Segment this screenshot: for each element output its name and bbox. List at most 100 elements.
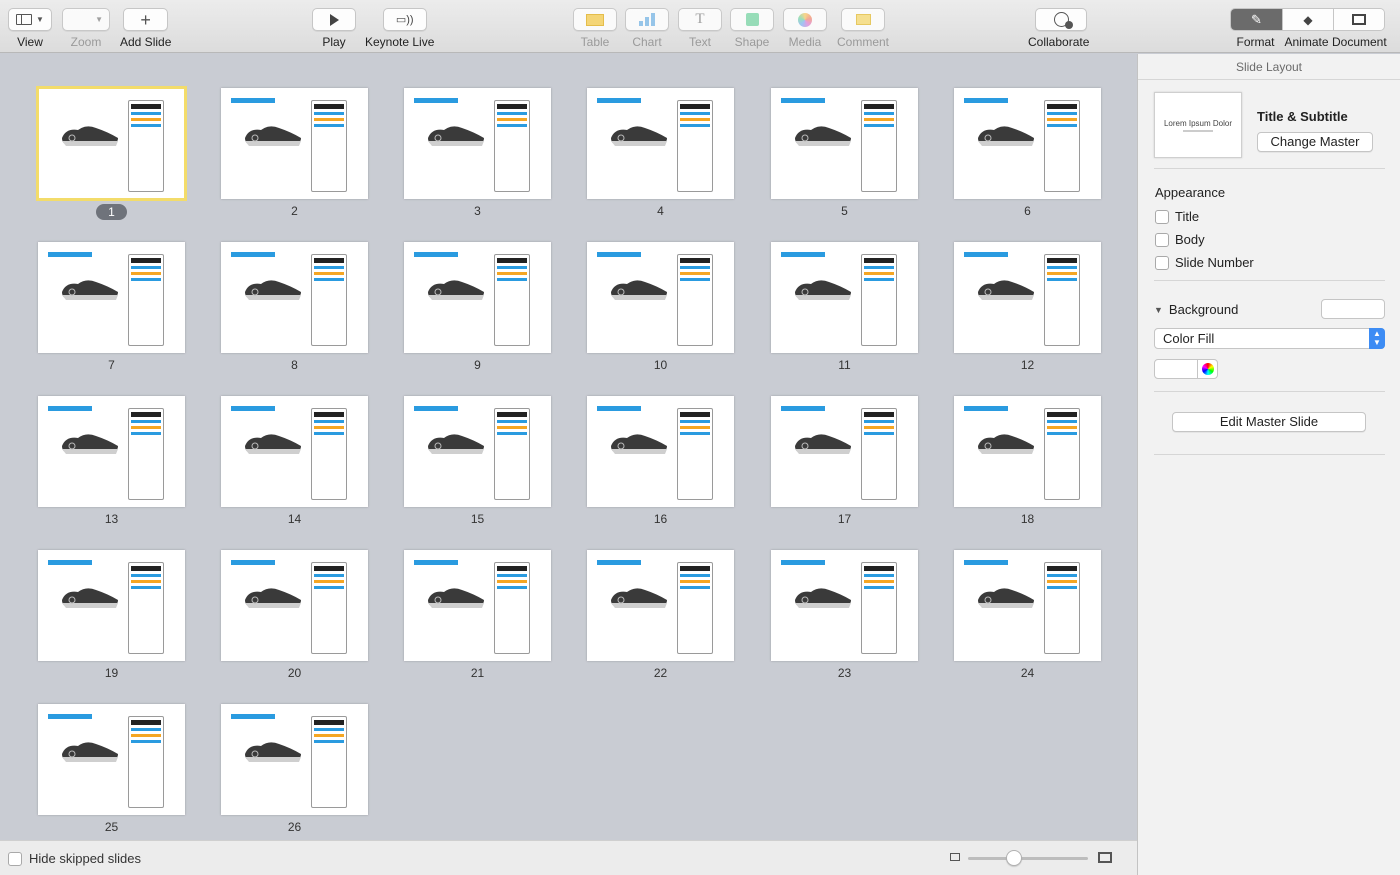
- slide-thumbnail[interactable]: [404, 550, 551, 661]
- zoom-control[interactable]: ▼ Zoom: [62, 8, 110, 49]
- slide-thumbnail[interactable]: [221, 550, 368, 661]
- small-thumbnail-icon[interactable]: [950, 853, 960, 861]
- slide-thumbnail[interactable]: [38, 242, 185, 353]
- phone-mockup: [311, 254, 347, 346]
- slide-thumbnail[interactable]: [771, 88, 918, 199]
- slide-thumbnail[interactable]: [36, 86, 187, 201]
- slide-thumbnail[interactable]: [587, 396, 734, 507]
- media-control[interactable]: Media: [783, 8, 827, 49]
- zoom-button[interactable]: ▼: [62, 8, 110, 31]
- slide-thumbnail[interactable]: [954, 88, 1101, 199]
- slide-number-checkbox-row[interactable]: Slide Number: [1155, 255, 1254, 270]
- slide-thumbnail[interactable]: [587, 550, 734, 661]
- phone-mockup: [677, 100, 713, 192]
- collaborate-control[interactable]: Collaborate: [1028, 8, 1089, 49]
- view-control[interactable]: ▼ View: [8, 8, 52, 49]
- slide-banner: [414, 252, 458, 257]
- master-name: Title & Subtitle: [1257, 109, 1348, 124]
- animate-tab[interactable]: ◆: [1282, 9, 1333, 30]
- comment-button[interactable]: [841, 8, 885, 31]
- phone-mockup: [677, 562, 713, 654]
- table-control[interactable]: Table: [573, 8, 617, 49]
- slide-banner: [48, 560, 92, 565]
- phone-mockup: [311, 562, 347, 654]
- slide-banner: [781, 98, 825, 103]
- keynote-live-control[interactable]: ▭)) Keynote Live: [365, 8, 434, 49]
- keynote-live-label: Keynote Live: [365, 35, 435, 49]
- title-checkbox-label: Title: [1175, 209, 1200, 224]
- fill-type-select[interactable]: Color Fill ▲ ▼: [1154, 328, 1385, 349]
- slide-thumbnail[interactable]: [404, 88, 551, 199]
- slide-thumbnail[interactable]: [954, 242, 1101, 353]
- slide-banner: [414, 560, 458, 565]
- slide-thumbnail[interactable]: [771, 242, 918, 353]
- master-thumbnail[interactable]: Lorem Ipsum Dolor: [1154, 92, 1242, 158]
- slide-thumbnail[interactable]: [771, 396, 918, 507]
- slide-thumbnail[interactable]: [221, 88, 368, 199]
- edit-master-slide-button[interactable]: Edit Master Slide: [1172, 412, 1366, 432]
- phone-mockup: [494, 254, 530, 346]
- text-button[interactable]: T: [678, 8, 722, 31]
- thumbnail-size-slider[interactable]: [968, 857, 1088, 860]
- slide-thumbnail[interactable]: [221, 704, 368, 815]
- slide-thumbnail[interactable]: [954, 550, 1101, 661]
- media-button[interactable]: [783, 8, 827, 31]
- slide-thumbnail[interactable]: [404, 242, 551, 353]
- text-control[interactable]: T Text: [678, 8, 722, 49]
- disclosure-triangle-icon: ▼: [1154, 304, 1163, 315]
- title-checkbox-row[interactable]: Title: [1155, 209, 1199, 224]
- phone-mockup: [677, 408, 713, 500]
- collaborate-button[interactable]: [1035, 8, 1088, 31]
- comment-control[interactable]: Comment: [837, 8, 889, 49]
- slide-thumbnail[interactable]: [587, 88, 734, 199]
- keynote-live-button[interactable]: ▭)): [382, 8, 427, 31]
- slide-banner: [231, 406, 275, 411]
- slide-number-label: 7: [108, 358, 115, 372]
- add-slide-control[interactable]: + Add Slide: [120, 8, 171, 49]
- slide-thumbnail[interactable]: [38, 550, 185, 661]
- view-button[interactable]: ▼: [8, 8, 52, 31]
- phone-mockup: [128, 716, 164, 808]
- shape-button[interactable]: [730, 8, 774, 31]
- appearance-label: Appearance: [1155, 185, 1226, 200]
- body-checkbox-row[interactable]: Body: [1155, 232, 1205, 247]
- keynote-live-icon: ▭)): [395, 14, 414, 26]
- background-disclosure[interactable]: ▼ Background: [1154, 302, 1238, 317]
- slide-thumbnail[interactable]: [38, 704, 185, 815]
- body-checkbox[interactable]: [1155, 232, 1169, 247]
- fill-color-well[interactable]: [1154, 359, 1218, 379]
- play-control[interactable]: Play: [312, 8, 356, 49]
- chart-control[interactable]: Chart: [625, 8, 669, 49]
- slide-thumbnail[interactable]: [587, 242, 734, 353]
- phone-mockup: [128, 408, 164, 500]
- title-checkbox[interactable]: [1155, 209, 1169, 224]
- phone-mockup: [861, 408, 897, 500]
- color-wheel-icon[interactable]: [1197, 360, 1217, 378]
- shape-control[interactable]: Shape: [730, 8, 774, 49]
- slide-thumbnail[interactable]: [38, 396, 185, 507]
- play-button[interactable]: [312, 8, 356, 31]
- change-master-button[interactable]: Change Master: [1257, 132, 1373, 152]
- format-tab[interactable]: ✎: [1231, 9, 1282, 30]
- slide-thumbnail[interactable]: [771, 550, 918, 661]
- shape-icon: [745, 13, 759, 26]
- slider-knob[interactable]: [1006, 850, 1022, 866]
- hide-skipped-row[interactable]: Hide skipped slides: [8, 851, 141, 866]
- phone-mockup: [677, 254, 713, 346]
- shoe-image: [611, 126, 667, 146]
- shoe-image: [245, 434, 301, 454]
- slide-thumbnail[interactable]: [221, 396, 368, 507]
- table-button[interactable]: [573, 8, 617, 31]
- slide-thumbnail[interactable]: [404, 396, 551, 507]
- collaborate-label: Collaborate: [1028, 35, 1090, 49]
- slide-number: 19: [38, 666, 185, 680]
- chart-button[interactable]: [625, 8, 669, 31]
- document-tab[interactable]: [1333, 9, 1384, 30]
- large-thumbnail-icon[interactable]: [1098, 852, 1112, 863]
- slide-thumbnail[interactable]: [954, 396, 1101, 507]
- slide-number-checkbox[interactable]: [1155, 255, 1169, 270]
- slide-thumbnail[interactable]: [221, 242, 368, 353]
- hide-skipped-checkbox[interactable]: [8, 851, 22, 866]
- add-slide-button[interactable]: +: [123, 8, 169, 31]
- background-color-well[interactable]: [1321, 299, 1385, 319]
